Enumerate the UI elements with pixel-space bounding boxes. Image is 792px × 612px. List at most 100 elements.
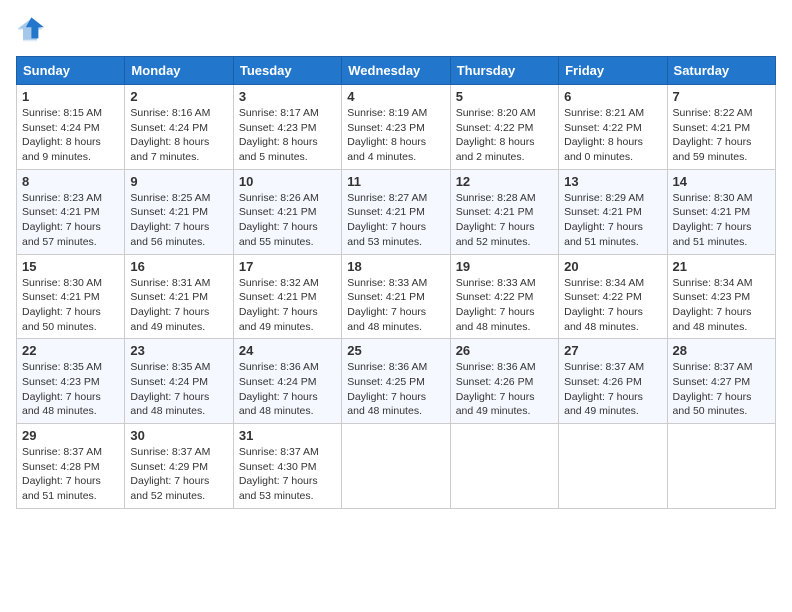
header-friday: Friday (559, 57, 667, 85)
week-row-2: 8Sunrise: 8:23 AMSunset: 4:21 PMDaylight… (17, 169, 776, 254)
day-number: 8 (22, 174, 119, 189)
day-cell: 7Sunrise: 8:22 AMSunset: 4:21 PMDaylight… (667, 85, 775, 170)
logo (16, 16, 48, 44)
header-saturday: Saturday (667, 57, 775, 85)
day-cell: 22 Sunrise: 8:35 AMSunset: 4:23 PMDayligh… (17, 339, 125, 424)
header-monday: Monday (125, 57, 233, 85)
day-info: Sunrise: 8:33 AMSunset: 4:22 PMDaylight:… (456, 276, 553, 335)
day-info: Sunrise: 8:36 AMSunset: 4:24 PMDaylight:… (239, 360, 336, 419)
logo-icon (16, 16, 44, 44)
header-thursday: Thursday (450, 57, 558, 85)
day-cell: 4 Sunrise: 8:19 AMSunset: 4:23 PMDaylight… (342, 85, 450, 170)
day-info: Sunrise: 8:19 AMSunset: 4:23 PMDaylight:… (347, 106, 444, 165)
day-number: 19 (456, 259, 553, 274)
day-cell: 29 Sunrise: 8:37 AMSunset: 4:28 PMDayligh… (17, 424, 125, 509)
day-number: 22 (22, 343, 119, 358)
day-info: Sunrise: 8:37 AMSunset: 4:27 PMDaylight:… (673, 360, 770, 419)
header-wednesday: Wednesday (342, 57, 450, 85)
day-info: Sunrise: 8:34 AMSunset: 4:22 PMDaylight:… (564, 276, 661, 335)
day-number: 29 (22, 428, 119, 443)
day-number: 25 (347, 343, 444, 358)
day-number: 6 (564, 89, 661, 104)
day-number: 1 (22, 89, 119, 104)
day-number: 14 (673, 174, 770, 189)
day-number: 26 (456, 343, 553, 358)
day-info: Sunrise: 8:15 AMSunset: 4:24 PMDaylight:… (22, 106, 119, 165)
day-info: Sunrise: 8:26 AMSunset: 4:21 PMDaylight:… (239, 191, 336, 250)
day-number: 11 (347, 174, 444, 189)
day-cell: 8Sunrise: 8:23 AMSunset: 4:21 PMDaylight… (17, 169, 125, 254)
day-info: Sunrise: 8:30 AMSunset: 4:21 PMDaylight:… (22, 276, 119, 335)
header-sunday: Sunday (17, 57, 125, 85)
day-cell: 31 Sunrise: 8:37 AMSunset: 4:30 PMDayligh… (233, 424, 341, 509)
day-cell: 16 Sunrise: 8:31 AMSunset: 4:21 PMDayligh… (125, 254, 233, 339)
day-cell: 10 Sunrise: 8:26 AMSunset: 4:21 PMDayligh… (233, 169, 341, 254)
day-cell: 19 Sunrise: 8:33 AMSunset: 4:22 PMDayligh… (450, 254, 558, 339)
day-number: 12 (456, 174, 553, 189)
day-cell: 20 Sunrise: 8:34 AMSunset: 4:22 PMDayligh… (559, 254, 667, 339)
day-cell: 25 Sunrise: 8:36 AMSunset: 4:25 PMDayligh… (342, 339, 450, 424)
day-cell (559, 424, 667, 509)
day-cell: 1 Sunrise: 8:15 AMSunset: 4:24 PMDaylight… (17, 85, 125, 170)
day-info: Sunrise: 8:17 AMSunset: 4:23 PMDaylight:… (239, 106, 336, 165)
day-number: 2 (130, 89, 227, 104)
day-cell: 27Sunrise: 8:37 AMSunset: 4:26 PMDayligh… (559, 339, 667, 424)
day-cell: 11 Sunrise: 8:27 AMSunset: 4:21 PMDayligh… (342, 169, 450, 254)
day-info: Sunrise: 8:36 AMSunset: 4:25 PMDaylight:… (347, 360, 444, 419)
day-info: Sunrise: 8:35 AMSunset: 4:24 PMDaylight:… (130, 360, 227, 419)
day-number: 31 (239, 428, 336, 443)
day-info: Sunrise: 8:37 AMSunset: 4:29 PMDaylight:… (130, 445, 227, 504)
day-number: 16 (130, 259, 227, 274)
day-cell: 2 Sunrise: 8:16 AMSunset: 4:24 PMDaylight… (125, 85, 233, 170)
day-info: Sunrise: 8:34 AMSunset: 4:23 PMDaylight:… (673, 276, 770, 335)
day-cell: 3 Sunrise: 8:17 AMSunset: 4:23 PMDaylight… (233, 85, 341, 170)
day-number: 21 (673, 259, 770, 274)
day-info: Sunrise: 8:16 AMSunset: 4:24 PMDaylight:… (130, 106, 227, 165)
day-cell: 13 Sunrise: 8:29 AMSunset: 4:21 PMDayligh… (559, 169, 667, 254)
day-info: Sunrise: 8:29 AMSunset: 4:21 PMDaylight:… (564, 191, 661, 250)
day-info: Sunrise: 8:21 AMSunset: 4:22 PMDaylight:… (564, 106, 661, 165)
day-number: 30 (130, 428, 227, 443)
day-cell: 17 Sunrise: 8:32 AMSunset: 4:21 PMDayligh… (233, 254, 341, 339)
day-number: 13 (564, 174, 661, 189)
day-cell: 23Sunrise: 8:35 AMSunset: 4:24 PMDayligh… (125, 339, 233, 424)
day-number: 20 (564, 259, 661, 274)
day-cell: 9Sunrise: 8:25 AMSunset: 4:21 PMDaylight… (125, 169, 233, 254)
week-row-3: 15Sunrise: 8:30 AMSunset: 4:21 PMDayligh… (17, 254, 776, 339)
calendar: SundayMondayTuesdayWednesdayThursdayFrid… (16, 56, 776, 509)
day-info: Sunrise: 8:36 AMSunset: 4:26 PMDaylight:… (456, 360, 553, 419)
day-info: Sunrise: 8:32 AMSunset: 4:21 PMDaylight:… (239, 276, 336, 335)
day-cell: 18 Sunrise: 8:33 AMSunset: 4:21 PMDayligh… (342, 254, 450, 339)
day-info: Sunrise: 8:37 AMSunset: 4:30 PMDaylight:… (239, 445, 336, 504)
day-info: Sunrise: 8:37 AMSunset: 4:28 PMDaylight:… (22, 445, 119, 504)
day-number: 3 (239, 89, 336, 104)
header (16, 16, 776, 44)
day-number: 18 (347, 259, 444, 274)
day-number: 10 (239, 174, 336, 189)
day-number: 4 (347, 89, 444, 104)
day-number: 17 (239, 259, 336, 274)
day-cell: 14 Sunrise: 8:30 AMSunset: 4:21 PMDayligh… (667, 169, 775, 254)
day-cell: 21 Sunrise: 8:34 AMSunset: 4:23 PMDayligh… (667, 254, 775, 339)
day-number: 24 (239, 343, 336, 358)
day-info: Sunrise: 8:30 AMSunset: 4:21 PMDaylight:… (673, 191, 770, 250)
day-info: Sunrise: 8:27 AMSunset: 4:21 PMDaylight:… (347, 191, 444, 250)
header-tuesday: Tuesday (233, 57, 341, 85)
day-cell: 6 Sunrise: 8:21 AMSunset: 4:22 PMDaylight… (559, 85, 667, 170)
day-cell: 5Sunrise: 8:20 AMSunset: 4:22 PMDaylight… (450, 85, 558, 170)
day-cell: 12Sunrise: 8:28 AMSunset: 4:21 PMDayligh… (450, 169, 558, 254)
day-cell (667, 424, 775, 509)
day-info: Sunrise: 8:33 AMSunset: 4:21 PMDaylight:… (347, 276, 444, 335)
day-cell: 26 Sunrise: 8:36 AMSunset: 4:26 PMDayligh… (450, 339, 558, 424)
day-info: Sunrise: 8:20 AMSunset: 4:22 PMDaylight:… (456, 106, 553, 165)
day-info: Sunrise: 8:35 AMSunset: 4:23 PMDaylight:… (22, 360, 119, 419)
day-info: Sunrise: 8:31 AMSunset: 4:21 PMDaylight:… (130, 276, 227, 335)
week-row-4: 22 Sunrise: 8:35 AMSunset: 4:23 PMDayligh… (17, 339, 776, 424)
week-row-5: 29 Sunrise: 8:37 AMSunset: 4:28 PMDayligh… (17, 424, 776, 509)
day-number: 27 (564, 343, 661, 358)
day-info: Sunrise: 8:25 AMSunset: 4:21 PMDaylight:… (130, 191, 227, 250)
day-cell: 15Sunrise: 8:30 AMSunset: 4:21 PMDayligh… (17, 254, 125, 339)
day-cell (342, 424, 450, 509)
day-number: 28 (673, 343, 770, 358)
day-cell: 30 Sunrise: 8:37 AMSunset: 4:29 PMDayligh… (125, 424, 233, 509)
